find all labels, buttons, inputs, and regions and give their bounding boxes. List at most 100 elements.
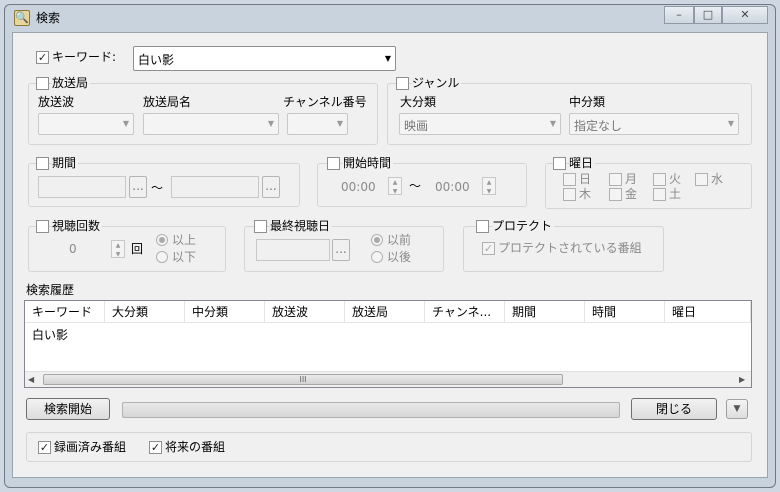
last-viewed-picker-button[interactable]: ... bbox=[332, 239, 350, 261]
window-title: 検索 bbox=[36, 11, 61, 25]
history-column-header[interactable]: キーワード bbox=[25, 301, 105, 323]
history-column-header[interactable]: 曜日 bbox=[665, 301, 751, 323]
start-time-tilde: ～ bbox=[409, 179, 422, 193]
history-label: 検索履歴 bbox=[26, 283, 75, 297]
start-time-from-spinner[interactable]: ▲ ▼ bbox=[388, 177, 402, 195]
history-column-header[interactable]: 中分類 bbox=[185, 301, 265, 323]
view-count-below-radio[interactable] bbox=[156, 251, 168, 263]
recorded-label: 録画済み番組 bbox=[54, 440, 127, 454]
last-viewed-input[interactable] bbox=[256, 239, 330, 261]
wave-label: 放送波 bbox=[38, 95, 75, 109]
search-start-button[interactable]: 検索開始 bbox=[26, 398, 110, 420]
close-window-button[interactable]: ✕ bbox=[722, 6, 768, 24]
view-count-checkbox[interactable] bbox=[36, 220, 49, 233]
future-label: 将来の番組 bbox=[165, 440, 226, 454]
minimize-button[interactable]: – bbox=[664, 6, 694, 24]
view-count-unit: 回 bbox=[131, 242, 144, 256]
start-time-label: 開始時間 bbox=[343, 156, 394, 170]
view-count-label: 視聴回数 bbox=[52, 219, 103, 233]
view-count-value[interactable]: 0 bbox=[69, 242, 77, 256]
last-viewed-label: 最終視聴日 bbox=[270, 219, 333, 233]
period-end-picker-button[interactable]: ... bbox=[262, 176, 280, 198]
weekday-wed-label: 水 bbox=[711, 172, 724, 186]
chevron-down-icon: ▼ bbox=[267, 119, 274, 128]
expand-chevron-down-icon[interactable]: ▼ bbox=[726, 399, 748, 419]
genre-major-label: 大分類 bbox=[400, 95, 437, 109]
weekday-checkbox[interactable] bbox=[553, 157, 566, 170]
keyword-combo[interactable]: 白い影 ▼ bbox=[133, 46, 396, 71]
history-column-header[interactable]: チャンネ... bbox=[425, 301, 505, 323]
weekday-thu-checkbox[interactable] bbox=[563, 188, 576, 201]
period-start-input[interactable] bbox=[38, 176, 126, 198]
period-end-input[interactable] bbox=[171, 176, 259, 198]
start-time-to[interactable]: 00:00 bbox=[435, 180, 470, 194]
broadcaster-checkbox[interactable] bbox=[36, 77, 49, 90]
last-viewed-after-radio[interactable] bbox=[371, 251, 383, 263]
weekday-mon-label: 月 bbox=[625, 172, 638, 186]
channel-label: チャンネル番号 bbox=[283, 95, 367, 109]
protect-label: プロテクト bbox=[492, 219, 555, 233]
period-label: 期間 bbox=[52, 156, 79, 170]
protect-checkbox[interactable] bbox=[476, 220, 489, 233]
search-progress-bar bbox=[122, 402, 620, 418]
wave-combo[interactable]: ▼ bbox=[38, 113, 134, 135]
keyword-value: 白い影 bbox=[138, 53, 175, 67]
start-time-to-spinner[interactable]: ▲ ▼ bbox=[482, 177, 496, 195]
genre-major-combo[interactable]: 映画 ▼ bbox=[399, 113, 561, 135]
recorded-checkbox[interactable]: ✓ bbox=[38, 441, 51, 454]
close-button[interactable]: 閉じる bbox=[631, 398, 717, 420]
period-tilde: ～ bbox=[151, 181, 164, 195]
protect-sub-label: プロテクトされている番組 bbox=[498, 241, 642, 255]
protect-sub-checkbox[interactable]: ✓ bbox=[482, 242, 495, 255]
weekday-fri-checkbox[interactable] bbox=[609, 188, 622, 201]
weekday-sat-checkbox[interactable] bbox=[653, 188, 666, 201]
genre-minor-value: 指定なし bbox=[574, 119, 623, 133]
view-count-above-label: 以上 bbox=[172, 233, 197, 247]
history-column-header[interactable]: 期間 bbox=[505, 301, 585, 323]
view-count-spinner[interactable]: ▲ ▼ bbox=[111, 240, 125, 258]
start-time-from[interactable]: 00:00 bbox=[341, 180, 376, 194]
history-column-header[interactable]: 放送波 bbox=[265, 301, 345, 323]
history-hscrollbar[interactable]: ◀ III ▶ bbox=[25, 371, 751, 387]
weekday-mon-checkbox[interactable] bbox=[609, 173, 622, 186]
history-column-header[interactable]: 放送局 bbox=[345, 301, 425, 323]
chevron-down-icon: ▼ bbox=[549, 119, 556, 128]
maximize-button[interactable]: □ bbox=[694, 6, 722, 24]
scroll-left-icon[interactable]: ◀ bbox=[28, 375, 34, 384]
start-time-checkbox[interactable] bbox=[327, 157, 340, 170]
future-checkbox[interactable]: ✓ bbox=[149, 441, 162, 454]
caption-buttons: – □ ✕ bbox=[664, 6, 768, 26]
scroll-thumb[interactable]: III bbox=[43, 374, 563, 385]
history-list[interactable]: キーワード 大分類 中分類 放送波 放送局 チャンネ... 期間 時間 曜日 白… bbox=[24, 300, 752, 388]
weekday-sun-label: 日 bbox=[579, 172, 592, 186]
history-row-keyword[interactable]: 白い影 bbox=[32, 328, 68, 342]
weekday-wed-checkbox[interactable] bbox=[695, 173, 708, 186]
genre-checkbox[interactable] bbox=[396, 77, 409, 90]
weekday-sun-checkbox[interactable] bbox=[563, 173, 576, 186]
last-viewed-before-radio[interactable] bbox=[371, 234, 383, 246]
chevron-down-icon: ▼ bbox=[727, 119, 734, 128]
weekday-sat-label: 土 bbox=[669, 187, 682, 201]
station-label: 放送局名 bbox=[143, 95, 192, 109]
scroll-right-icon[interactable]: ▶ bbox=[739, 375, 745, 384]
history-column-header[interactable]: 時間 bbox=[585, 301, 665, 323]
weekday-tue-checkbox[interactable] bbox=[653, 173, 666, 186]
chevron-down-icon: ▼ bbox=[336, 119, 343, 128]
view-count-below-label: 以下 bbox=[172, 250, 197, 264]
station-combo[interactable]: ▼ bbox=[143, 113, 279, 135]
weekday-fri-label: 金 bbox=[625, 187, 638, 201]
period-checkbox[interactable] bbox=[36, 157, 49, 170]
genre-label: ジャンル bbox=[412, 76, 462, 90]
history-column-header[interactable]: 大分類 bbox=[105, 301, 185, 323]
keyword-checkbox[interactable]: ✓ bbox=[36, 51, 49, 64]
genre-minor-combo[interactable]: 指定なし ▼ bbox=[569, 113, 739, 135]
channel-combo[interactable]: ▼ bbox=[287, 113, 348, 135]
keyword-label: キーワード: bbox=[52, 50, 117, 64]
keyword-chevron-down-icon[interactable]: ▼ bbox=[385, 54, 391, 63]
last-viewed-before-label: 以前 bbox=[387, 233, 412, 247]
period-start-picker-button[interactable]: ... bbox=[129, 176, 147, 198]
chevron-down-icon: ▼ bbox=[122, 119, 129, 128]
view-count-above-radio[interactable] bbox=[156, 234, 168, 246]
broadcaster-label: 放送局 bbox=[52, 76, 91, 90]
last-viewed-checkbox[interactable] bbox=[254, 220, 267, 233]
